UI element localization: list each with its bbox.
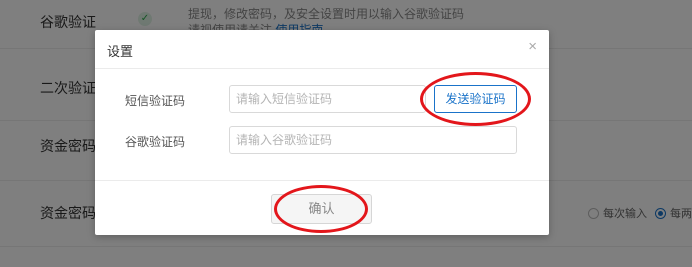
dialog-title: 设置 (107, 44, 134, 59)
google-code-input[interactable] (229, 126, 517, 154)
annotation-circle-confirm (274, 185, 368, 233)
footer-divider (95, 180, 549, 181)
annotation-circle-send (420, 72, 531, 126)
google-code-label: 谷歌验证码 (125, 135, 186, 149)
dialog-header: 设置 × (95, 30, 549, 69)
sms-code-input[interactable] (229, 85, 426, 113)
close-icon[interactable]: × (528, 38, 537, 55)
sms-code-label: 短信验证码 (125, 94, 186, 108)
